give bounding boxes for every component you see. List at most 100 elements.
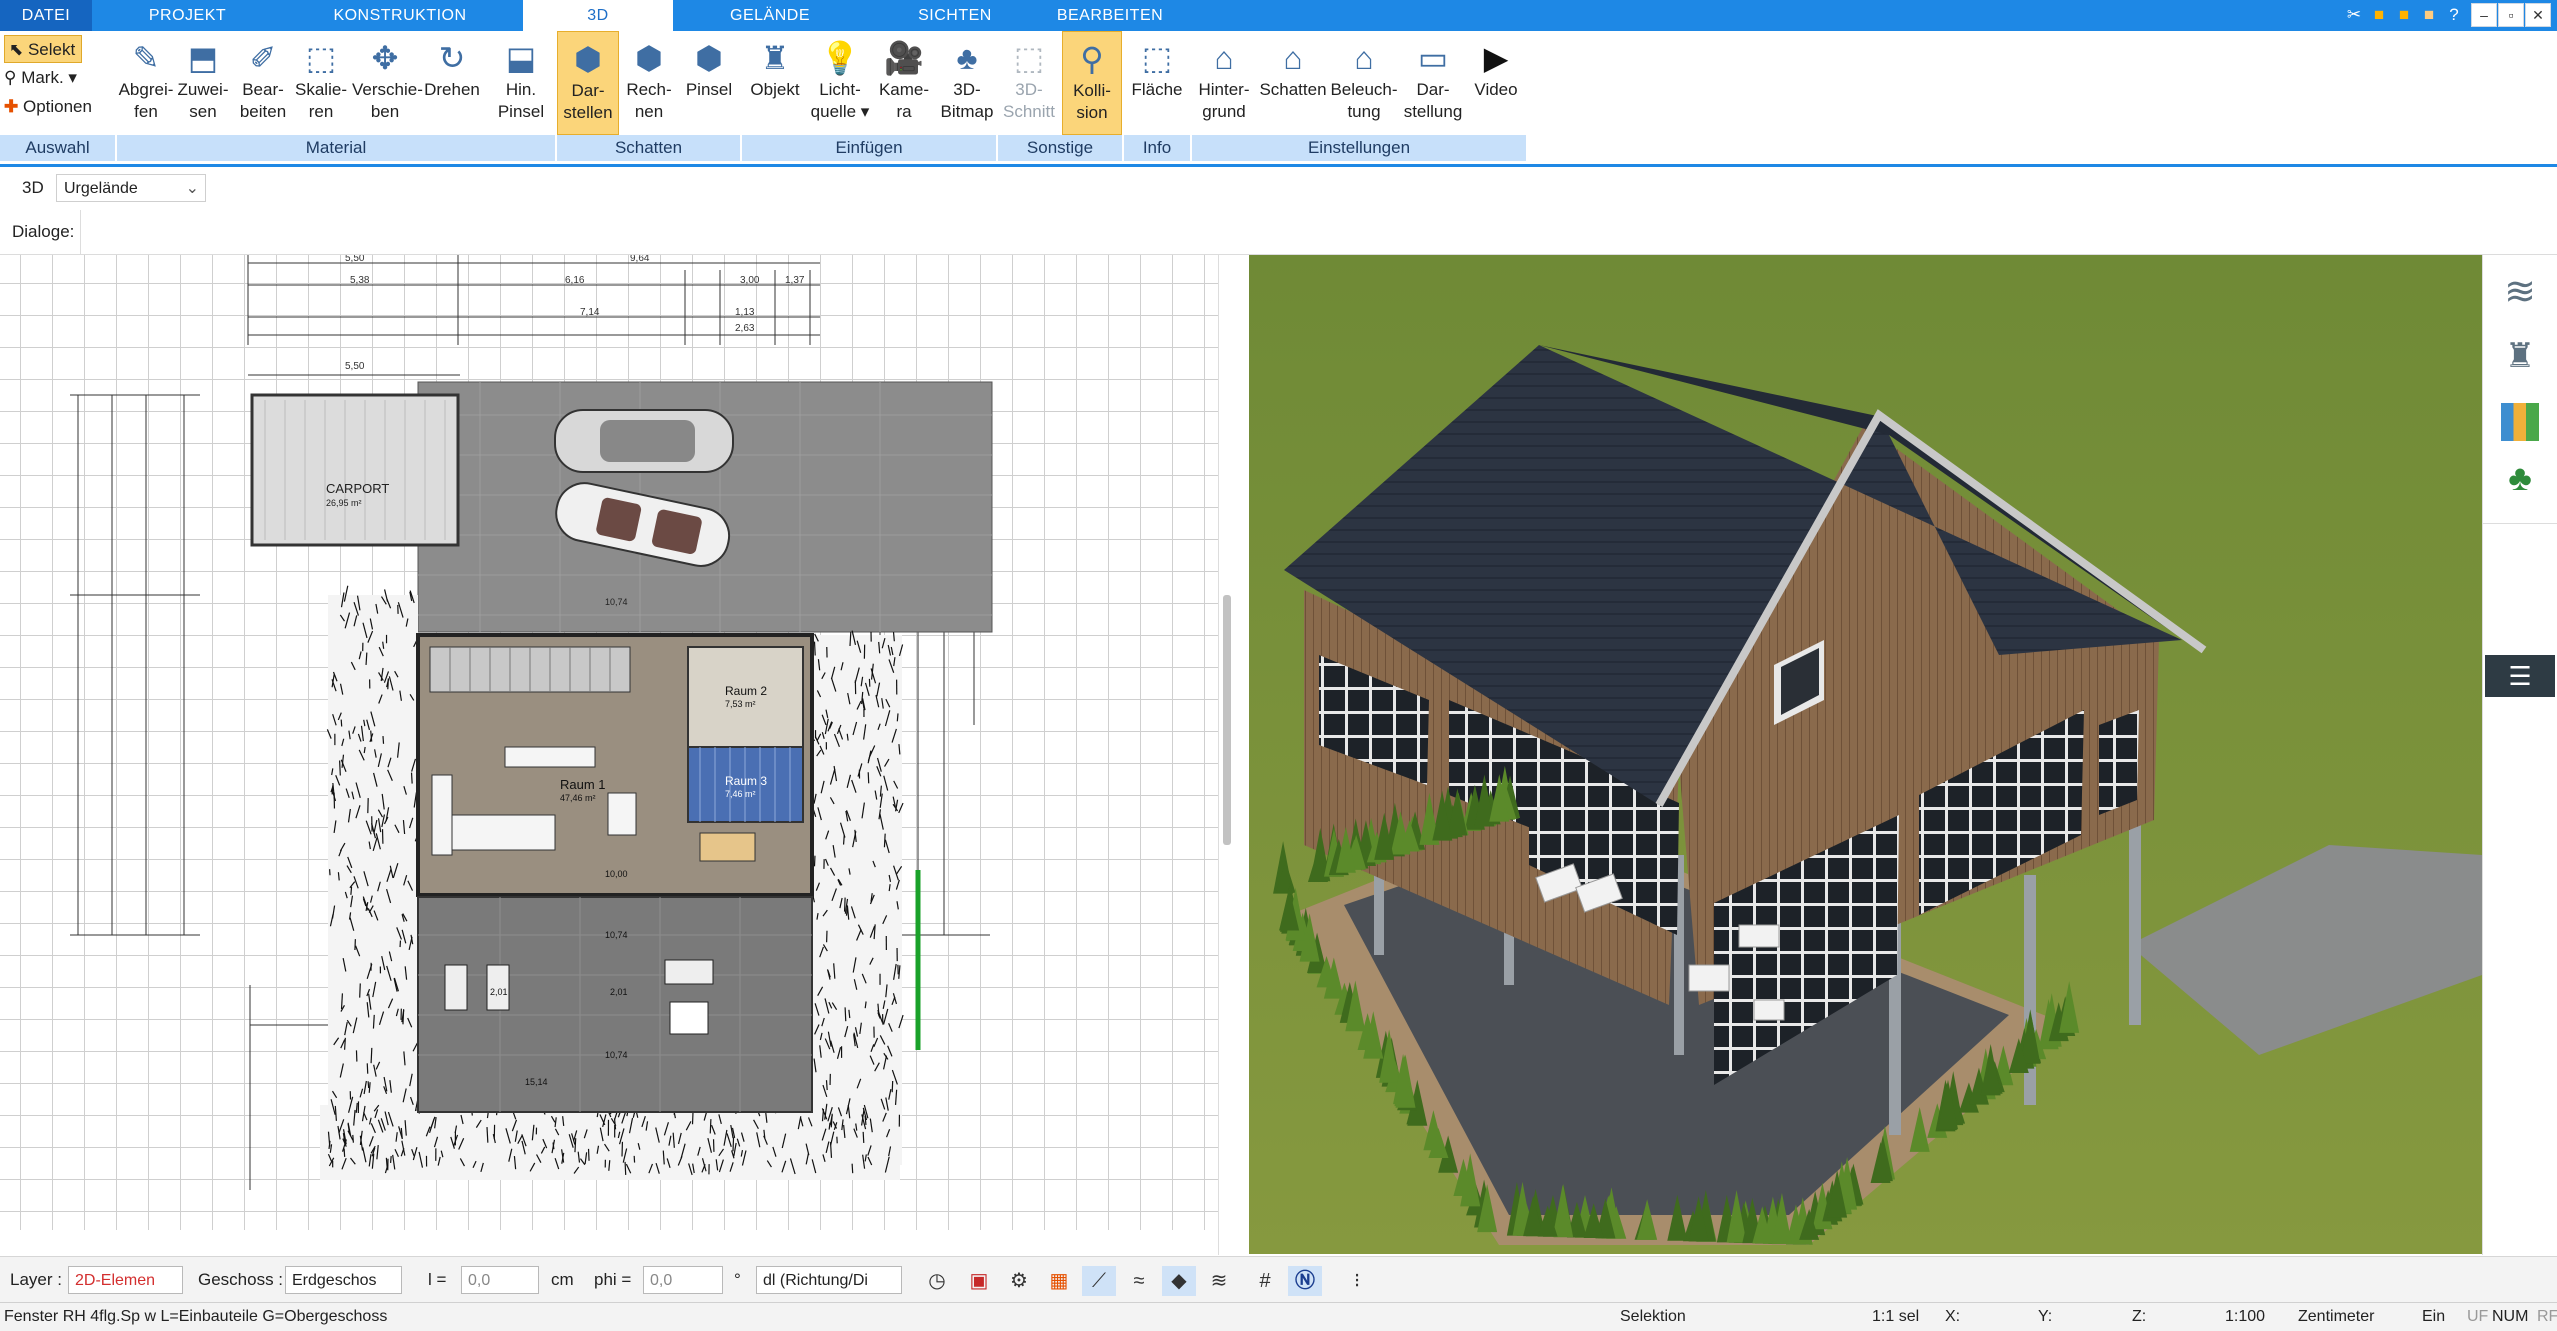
tab-datei[interactable]: DATEI	[0, 0, 92, 31]
dim-label: 7,14	[580, 307, 600, 318]
carport-area: 26,95 m²	[326, 498, 362, 508]
grid-icon[interactable]: #	[1248, 1266, 1282, 1296]
direction-dropdown[interactable]: dl (Richtung/Di	[756, 1266, 902, 1294]
plan-vertical-scrollbar-thumb[interactable]	[1223, 595, 1231, 845]
tab-bearbeiten[interactable]: BEARBEITEN	[1040, 0, 1180, 31]
ribbon-button-label: ben	[352, 101, 418, 123]
floor-plan-view[interactable]: 5,50 9,64 5,38 6,16 3,00 1,37 7,14 1,13 …	[0, 255, 1218, 1230]
minimize-button[interactable]: –	[2471, 3, 2497, 27]
view-3d-label: 3D	[22, 178, 44, 198]
layer-dropdown[interactable]: 2D-Elemen	[68, 1266, 183, 1294]
ribbon-button-9[interactable]: ⬢Pinsel	[680, 31, 738, 135]
phi-unit: °	[734, 1266, 741, 1294]
chevron-down-icon: ⌄	[186, 175, 199, 203]
ribbon-button-19[interactable]: ⌂Beleuch-tung	[1330, 31, 1398, 135]
ribbon-button-label: sen	[174, 101, 232, 123]
ribbon-button-label: ren	[292, 101, 350, 123]
move-icon: ✥	[359, 37, 411, 79]
ribbon-button-8[interactable]: ⬢Rech-nen	[620, 31, 678, 135]
grass-stroke	[360, 983, 361, 997]
folder-icon[interactable]: ■	[2368, 4, 2390, 26]
terrain-dropdown[interactable]: Urgelände ⌄	[56, 174, 206, 202]
ribbon-button-6[interactable]: ⬓Hin.Pinsel	[487, 31, 555, 135]
shop-icon[interactable]: ■	[2418, 4, 2440, 26]
status-uf: UF	[2467, 1303, 2488, 1331]
ribbon: ⬉ Selekt ⚲ Mark. ▾ ✚ Optionen ✎Abgrei-fe…	[0, 31, 2557, 167]
materials-icon[interactable]	[2501, 403, 2539, 441]
splitter[interactable]	[1218, 255, 1250, 1255]
status-selection: 1:1 sel	[1872, 1303, 1919, 1331]
north-icon[interactable]: Ⓝ	[1288, 1266, 1322, 1296]
ribbon-button-16[interactable]: ⬚Fläche	[1124, 31, 1190, 135]
floor-icon[interactable]: ▦	[1042, 1266, 1076, 1296]
tab-gelaende[interactable]: GELÄNDE	[700, 0, 840, 31]
mark-label: Mark.	[21, 68, 64, 87]
tab-sichten[interactable]: SICHTEN	[890, 0, 1020, 31]
tab-3d[interactable]: 3D	[523, 0, 673, 31]
status-mode: Selektion	[1620, 1303, 1686, 1331]
hatch-icon[interactable]: ≈	[1122, 1266, 1156, 1296]
tab-konstruktion[interactable]: KONSTRUKTION	[310, 0, 490, 31]
ribbon-button-17[interactable]: ⌂Hinter-grund	[1192, 31, 1256, 135]
ribbon-button-10[interactable]: ♜Objekt	[742, 31, 808, 135]
mark-button[interactable]: ⚲ Mark. ▾	[4, 64, 77, 92]
room3-area: 7,46 m²	[725, 789, 756, 799]
chair-icon: ♜	[749, 37, 801, 79]
ribbon-button-7[interactable]: ⬢Dar-stellen	[557, 31, 619, 135]
close-button[interactable]: ✕	[2525, 3, 2551, 27]
group-einfuegen: Einfügen	[742, 135, 996, 161]
ribbon-button-4[interactable]: ✥Verschie-ben	[352, 31, 418, 135]
geschoss-dropdown[interactable]: Erdgeschos	[285, 1266, 402, 1294]
ribbon-button-18[interactable]: ⌂Schatten	[1258, 31, 1328, 135]
grass-stroke	[710, 1119, 711, 1133]
tab-projekt[interactable]: PROJEKT	[120, 0, 255, 31]
layers-icon[interactable]: ≋	[2497, 269, 2543, 315]
options-button[interactable]: ✚ Optionen	[4, 93, 92, 121]
tools-icon[interactable]: ✂	[2343, 4, 2365, 26]
ribbon-button-15[interactable]: ⚲Kolli-sion	[1062, 31, 1122, 135]
chair-icon[interactable]: ♜	[2497, 333, 2543, 379]
ribbon-button-label: Fläche	[1124, 79, 1190, 101]
ribbon-button-label: Beleuch-	[1330, 79, 1398, 101]
screen-icon[interactable]: ▣	[962, 1266, 996, 1296]
ribbon-button-0[interactable]: ✎Abgrei-fen	[117, 31, 175, 135]
ribbon-button-label: Pinsel	[680, 79, 738, 101]
length-label: l =	[428, 1266, 446, 1294]
ribbon-button-21[interactable]: ▶Video	[1468, 31, 1524, 135]
select-button[interactable]: ⬉ Selekt	[4, 35, 82, 63]
phi-input[interactable]: 0,0	[643, 1266, 723, 1294]
dim-label: 1,37	[785, 275, 805, 286]
direction-value: dl (Richtung/Di	[763, 1272, 868, 1289]
terrain-dropdown-value: Urgelände	[64, 180, 138, 197]
ribbon-button-14[interactable]: ⬚3D-Schnitt	[998, 31, 1060, 135]
ribbon-button-11[interactable]: 💡Licht-quelle ▾	[810, 31, 870, 135]
restore-button[interactable]: ▫	[2498, 3, 2524, 27]
ribbon-button-2[interactable]: ✐Bear-beiten	[234, 31, 292, 135]
ribbon-button-13[interactable]: ♣3D-Bitmap	[938, 31, 996, 135]
camera-tool-icon[interactable]: ⚙	[1002, 1266, 1036, 1296]
help-icon[interactable]: ?	[2443, 4, 2465, 26]
length-input[interactable]: 0,0	[461, 1266, 539, 1294]
ribbon-button-label: nen	[620, 101, 678, 123]
ribbon-button-label: quelle ▾	[810, 101, 870, 123]
tree-icon[interactable]: ♣	[2497, 455, 2543, 501]
save-icon[interactable]: ■	[2393, 4, 2415, 26]
wave-icon[interactable]: ≋	[1202, 1266, 1236, 1296]
ribbon-button-1[interactable]: ⬒Zuwei-sen	[174, 31, 232, 135]
length-unit: cm	[551, 1266, 574, 1294]
status-y: Y:	[2038, 1303, 2052, 1331]
room2-label: Raum 2	[725, 684, 767, 698]
ribbon-button-5[interactable]: ↻Drehen	[420, 31, 484, 135]
ribbon-button-3[interactable]: ⬚Skalie-ren	[292, 31, 350, 135]
layer-fill-icon[interactable]: ◆	[1162, 1266, 1196, 1296]
3d-view[interactable]	[1249, 255, 2482, 1254]
more-icon[interactable]: ⁝	[1340, 1266, 1374, 1296]
background-icon: ⌂	[1198, 37, 1250, 79]
ribbon-button-20[interactable]: ▭Dar-stellung	[1400, 31, 1466, 135]
ribbon-button-label: Bear-	[234, 79, 292, 101]
clock-icon[interactable]: ◷	[920, 1266, 954, 1296]
group-material: Material	[117, 135, 555, 161]
snap-icon[interactable]: ⟋	[1082, 1266, 1116, 1296]
ribbon-button-12[interactable]: 🎥Kame-ra	[872, 31, 936, 135]
hamburger-menu-button[interactable]: ☰	[2485, 655, 2555, 697]
